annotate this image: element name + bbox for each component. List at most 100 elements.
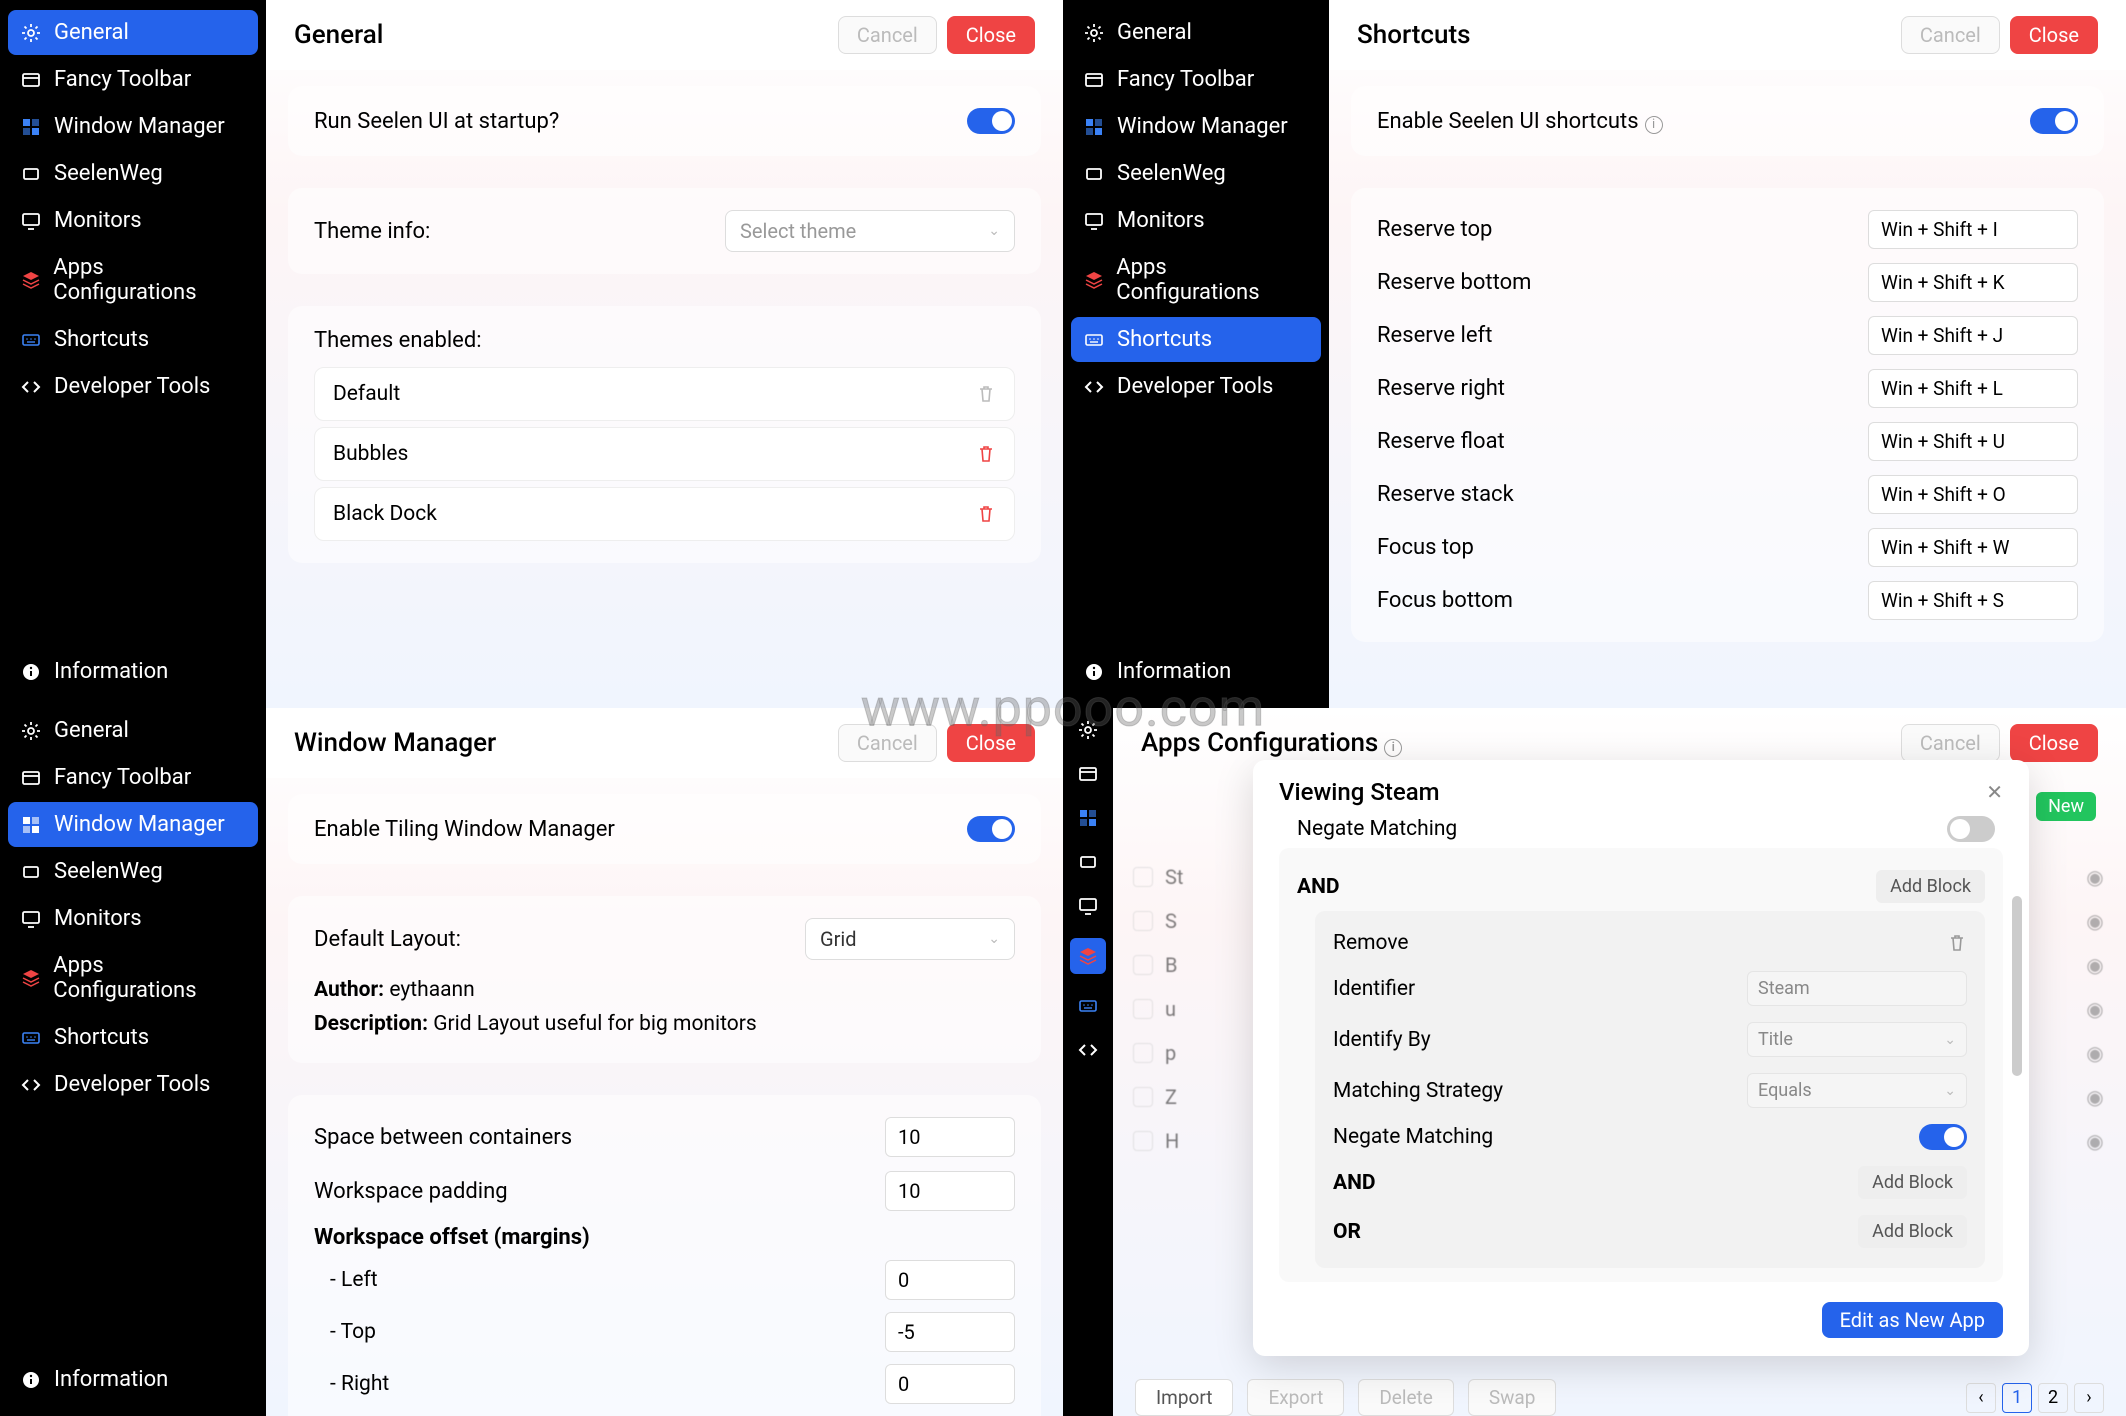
theme-item[interactable]: Black Dock: [314, 487, 1015, 541]
eye-icon[interactable]: ◉: [2084, 954, 2106, 976]
import-button[interactable]: Import: [1135, 1379, 1233, 1416]
run-at-startup-toggle[interactable]: [967, 108, 1015, 134]
shortcut-input[interactable]: [1868, 210, 2078, 249]
sidebar-item-fancy-toolbar[interactable]: Fancy Toolbar: [1071, 57, 1321, 102]
trash-icon[interactable]: [976, 444, 996, 464]
shortcut-input[interactable]: [1868, 581, 2078, 620]
identify-by-select[interactable]: Title⌄: [1747, 1022, 1967, 1057]
window-icon[interactable]: [1076, 762, 1100, 786]
sidebar-item-general[interactable]: General: [1071, 10, 1321, 55]
add-block-button[interactable]: Add Block: [1876, 870, 1985, 903]
add-block-button[interactable]: Add Block: [1858, 1215, 1967, 1248]
code-icon[interactable]: [1076, 1038, 1100, 1062]
eye-icon[interactable]: ◉: [2084, 1042, 2106, 1064]
sidebar-item-apps-configurations[interactable]: Apps Configurations: [8, 245, 258, 315]
export-button[interactable]: Export: [1247, 1379, 1344, 1416]
eye-icon[interactable]: ◉: [2084, 1086, 2106, 1108]
identifier-input[interactable]: [1747, 971, 1967, 1006]
cancel-button[interactable]: Cancel: [1901, 724, 2000, 762]
theme-select[interactable]: Select theme ⌄: [725, 210, 1015, 252]
edit-as-new-app-button[interactable]: Edit as New App: [1822, 1302, 2003, 1338]
enable-tiling-toggle[interactable]: [967, 816, 1015, 842]
eye-icon[interactable]: ◉: [2084, 1130, 2106, 1152]
sidebar-item-apps-configurations[interactable]: Apps Configurations: [1071, 245, 1321, 315]
close-button[interactable]: Close: [947, 724, 1035, 762]
shortcut-input[interactable]: [1868, 316, 2078, 355]
sidebar-item-shortcuts[interactable]: Shortcuts: [1071, 317, 1321, 362]
negate-matching-toggle[interactable]: [1947, 816, 1995, 842]
sidebar-item-seelenweg[interactable]: SeelenWeg: [8, 849, 258, 894]
gear-icon[interactable]: [1076, 718, 1100, 742]
theme-item[interactable]: Bubbles: [314, 427, 1015, 481]
page-next[interactable]: ›: [2074, 1383, 2104, 1413]
delete-button[interactable]: Delete: [1358, 1379, 1454, 1416]
scrollbar[interactable]: [2011, 896, 2023, 1196]
layers-icon[interactable]: [1070, 938, 1106, 974]
shortcut-input[interactable]: [1868, 263, 2078, 302]
monitor-icon[interactable]: [1076, 894, 1100, 918]
shortcut-input[interactable]: [1868, 528, 2078, 567]
square-icon[interactable]: [1076, 850, 1100, 874]
sidebar-item-window-manager[interactable]: Window Manager: [1071, 104, 1321, 149]
page-2[interactable]: 2: [2038, 1383, 2068, 1413]
offset-left-input[interactable]: [885, 1260, 1015, 1300]
shortcut-input[interactable]: [1868, 475, 2078, 514]
sidebar-item-shortcuts[interactable]: Shortcuts: [8, 1015, 258, 1060]
matching-strategy-select[interactable]: Equals⌄: [1747, 1073, 1967, 1108]
trash-icon[interactable]: [1947, 933, 1967, 953]
row-checkbox[interactable]: [1133, 1043, 1153, 1063]
eye-icon[interactable]: ◉: [2084, 866, 2106, 888]
sidebar-item-monitors[interactable]: Monitors: [8, 198, 258, 243]
sidebar-item-monitors[interactable]: Monitors: [8, 896, 258, 941]
sidebar-item-monitors[interactable]: Monitors: [1071, 198, 1321, 243]
workspace-padding-input[interactable]: [885, 1171, 1015, 1211]
page-1[interactable]: 1: [2002, 1383, 2032, 1413]
sidebar-item-apps-configurations[interactable]: Apps Configurations: [8, 943, 258, 1013]
new-button[interactable]: New: [2036, 792, 2096, 821]
offset-right-input[interactable]: [885, 1364, 1015, 1404]
swap-button[interactable]: Swap: [1468, 1379, 1557, 1416]
add-block-button[interactable]: Add Block: [1858, 1166, 1967, 1199]
negate-matching-inner-toggle[interactable]: [1919, 1124, 1967, 1150]
keyboard-icon[interactable]: [1076, 994, 1100, 1018]
shortcut-input[interactable]: [1868, 369, 2078, 408]
row-checkbox[interactable]: [1133, 867, 1153, 887]
sidebar-item-seelenweg[interactable]: SeelenWeg: [1071, 151, 1321, 196]
sidebar-item-window-manager[interactable]: Window Manager: [8, 802, 258, 847]
sidebar-item-shortcuts[interactable]: Shortcuts: [8, 317, 258, 362]
close-button[interactable]: Close: [2010, 16, 2098, 54]
shortcut-input[interactable]: [1868, 422, 2078, 461]
sidebar-item-information[interactable]: Information: [8, 1357, 258, 1402]
offset-top-input[interactable]: [885, 1312, 1015, 1352]
sidebar-item-information[interactable]: Information: [1071, 649, 1321, 694]
close-icon[interactable]: ✕: [1986, 780, 2003, 804]
sidebar-item-developer-tools[interactable]: Developer Tools: [1071, 364, 1321, 409]
row-checkbox[interactable]: [1133, 955, 1153, 975]
row-checkbox[interactable]: [1133, 911, 1153, 931]
default-layout-select[interactable]: Grid ⌄: [805, 918, 1015, 960]
row-checkbox[interactable]: [1133, 1087, 1153, 1107]
enable-shortcuts-toggle[interactable]: [2030, 108, 2078, 134]
sidebar-item-fancy-toolbar[interactable]: Fancy Toolbar: [8, 755, 258, 800]
sidebar-item-developer-tools[interactable]: Developer Tools: [8, 1062, 258, 1107]
cancel-button[interactable]: Cancel: [1901, 16, 2000, 54]
sidebar-item-window-manager[interactable]: Window Manager: [8, 104, 258, 149]
close-button[interactable]: Close: [2010, 724, 2098, 762]
close-button[interactable]: Close: [947, 16, 1035, 54]
sidebar-item-fancy-toolbar[interactable]: Fancy Toolbar: [8, 57, 258, 102]
trash-icon[interactable]: [976, 504, 996, 524]
sidebar-item-seelenweg[interactable]: SeelenWeg: [8, 151, 258, 196]
eye-icon[interactable]: ◉: [2084, 910, 2106, 932]
page-prev[interactable]: ‹: [1966, 1383, 1996, 1413]
cancel-button[interactable]: Cancel: [838, 16, 937, 54]
trash-icon[interactable]: [976, 384, 996, 404]
row-checkbox[interactable]: [1133, 1131, 1153, 1151]
space-between-input[interactable]: [885, 1117, 1015, 1157]
cancel-button[interactable]: Cancel: [838, 724, 937, 762]
eye-icon[interactable]: ◉: [2084, 998, 2106, 1020]
theme-item[interactable]: Default: [314, 367, 1015, 421]
sidebar-item-general[interactable]: General: [8, 708, 258, 753]
sidebar-item-developer-tools[interactable]: Developer Tools: [8, 364, 258, 409]
row-checkbox[interactable]: [1133, 999, 1153, 1019]
sidebar-item-information[interactable]: Information: [8, 649, 258, 694]
